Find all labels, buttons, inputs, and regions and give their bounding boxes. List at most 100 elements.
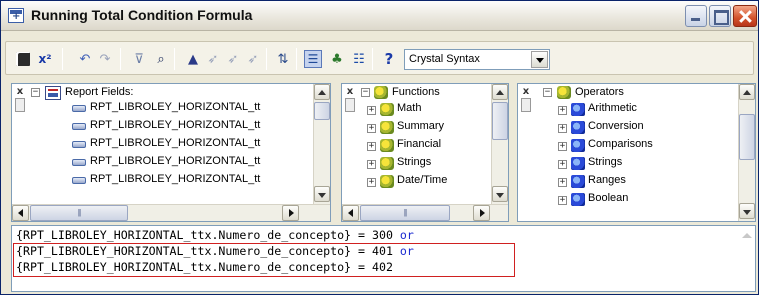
sort-icon[interactable]: ⇅ bbox=[274, 50, 292, 68]
report-fields-root[interactable]: Report Fields: bbox=[65, 85, 133, 100]
function-tree-icon[interactable]: ☷ bbox=[350, 50, 368, 68]
find-icon[interactable]: ⌕ bbox=[152, 50, 170, 68]
chevron-down-icon[interactable] bbox=[531, 51, 548, 68]
bookmark-next-icon[interactable]: ▲ bbox=[184, 50, 202, 68]
close-pane-icon[interactable]: x bbox=[15, 87, 25, 97]
expand-icon[interactable]: + bbox=[367, 124, 376, 133]
operators-pane[interactable]: x − Operators + Arithmetic + Conversion … bbox=[517, 83, 756, 222]
scroll-thumb[interactable] bbox=[492, 102, 508, 140]
field-item[interactable]: RPT_LIBROLEY_HORIZONTAL_tt bbox=[90, 100, 260, 115]
scroll-thumb[interactable] bbox=[739, 114, 755, 160]
vertical-scrollbar[interactable] bbox=[491, 84, 508, 204]
operator-item[interactable]: Arithmetic bbox=[588, 101, 637, 116]
field-icon bbox=[72, 123, 86, 130]
title-bar: Running Total Condition Formula bbox=[1, 1, 758, 31]
field-item[interactable]: RPT_LIBROLEY_HORIZONTAL_tt bbox=[90, 118, 260, 133]
expand-icon[interactable]: + bbox=[367, 106, 376, 115]
formula-line[interactable]: {RPT_LIBROLEY_HORIZONTAL_ttx.Numero_de_c… bbox=[16, 229, 414, 242]
functions-folder-icon bbox=[374, 86, 388, 99]
scroll-down-icon[interactable] bbox=[492, 186, 508, 202]
redo-icon[interactable]: ↷ bbox=[96, 50, 114, 68]
check-icon[interactable]: x² bbox=[36, 50, 54, 68]
formula-editor[interactable]: {RPT_LIBROLEY_HORIZONTAL_ttx.Numero_de_c… bbox=[11, 225, 756, 292]
editor-scroll-up-icon[interactable] bbox=[738, 226, 755, 291]
close-button[interactable] bbox=[733, 5, 757, 27]
collapse-icon[interactable]: − bbox=[361, 88, 370, 97]
vertical-scrollbar[interactable] bbox=[738, 84, 755, 221]
horizontal-scrollbar[interactable] bbox=[12, 204, 330, 221]
field-icon bbox=[72, 141, 86, 148]
field-item[interactable]: RPT_LIBROLEY_HORIZONTAL_tt bbox=[90, 136, 260, 151]
operator-item[interactable]: Ranges bbox=[588, 173, 626, 188]
close-pane-icon[interactable]: x bbox=[345, 87, 355, 97]
expand-icon[interactable]: + bbox=[558, 124, 567, 133]
scroll-left-icon[interactable] bbox=[342, 205, 359, 221]
expand-icon[interactable]: + bbox=[558, 142, 567, 151]
expand-icon[interactable]: + bbox=[367, 142, 376, 151]
vertical-scrollbar[interactable] bbox=[313, 84, 330, 204]
pane-arrow-icon[interactable] bbox=[345, 98, 355, 112]
scroll-thumb[interactable] bbox=[314, 102, 330, 120]
help-icon[interactable]: ? bbox=[380, 50, 398, 68]
scroll-up-icon[interactable] bbox=[739, 84, 755, 100]
close-pane-icon[interactable]: x bbox=[521, 87, 531, 97]
function-item[interactable]: Strings bbox=[397, 155, 431, 170]
scroll-down-icon[interactable] bbox=[314, 186, 330, 202]
expand-icon[interactable]: + bbox=[558, 106, 567, 115]
functions-pane[interactable]: x − Functions + Math + Summary + Financi… bbox=[341, 83, 509, 222]
operator-item[interactable]: Comparisons bbox=[588, 137, 653, 152]
comparisons-icon bbox=[571, 139, 585, 152]
scroll-up-icon[interactable] bbox=[492, 84, 508, 100]
collapse-icon[interactable]: − bbox=[543, 88, 552, 97]
bookmark-prev-icon[interactable]: ➶ bbox=[204, 50, 222, 68]
formula-window-icon bbox=[8, 8, 24, 23]
field-item[interactable]: RPT_LIBROLEY_HORIZONTAL_tt bbox=[90, 154, 260, 169]
field-icon bbox=[72, 177, 86, 184]
expand-icon[interactable]: + bbox=[367, 160, 376, 169]
operator-item[interactable]: Boolean bbox=[588, 191, 628, 206]
bookmark-icon[interactable]: ⊽ bbox=[130, 50, 148, 68]
field-icon bbox=[72, 105, 86, 112]
scroll-up-icon[interactable] bbox=[314, 84, 330, 100]
scroll-down-icon[interactable] bbox=[739, 203, 755, 219]
pane-arrow-icon[interactable] bbox=[521, 98, 531, 112]
expand-icon[interactable]: + bbox=[558, 196, 567, 205]
scroll-right-icon[interactable] bbox=[282, 205, 299, 221]
scroll-left-icon[interactable] bbox=[12, 205, 29, 221]
bookmark-clear-icon[interactable]: ➶ bbox=[224, 50, 242, 68]
bookmark-all-icon[interactable]: ➶ bbox=[244, 50, 262, 68]
functions-root[interactable]: Functions bbox=[392, 85, 440, 100]
save-icon[interactable] bbox=[14, 50, 32, 68]
conversion-icon bbox=[571, 121, 585, 134]
function-item[interactable]: Summary bbox=[397, 119, 444, 134]
formula-expression: {RPT_LIBROLEY_HORIZONTAL_ttx.Numero_de_c… bbox=[16, 228, 400, 242]
tree-view-icon[interactable]: ☰ bbox=[304, 50, 322, 68]
expand-icon[interactable]: + bbox=[367, 178, 376, 187]
operators-root[interactable]: Operators bbox=[575, 85, 624, 100]
minimize-button[interactable] bbox=[685, 5, 707, 27]
function-item[interactable]: Financial bbox=[397, 137, 441, 152]
pane-arrow-icon[interactable] bbox=[15, 98, 25, 112]
collapse-icon[interactable]: − bbox=[31, 88, 40, 97]
function-item[interactable]: Date/Time bbox=[397, 173, 447, 188]
arithmetic-icon bbox=[571, 103, 585, 116]
operator-item[interactable]: Strings bbox=[588, 155, 622, 170]
report-fields-pane[interactable]: x − Report Fields: RPT_LIBROLEY_HORIZONT… bbox=[11, 83, 331, 222]
function-item[interactable]: Math bbox=[397, 101, 421, 116]
financial-folder-icon bbox=[380, 139, 394, 152]
syntax-select[interactable]: Crystal Syntax bbox=[404, 49, 550, 70]
operator-item[interactable]: Conversion bbox=[588, 119, 644, 134]
undo-icon[interactable]: ↶ bbox=[76, 50, 94, 68]
horizontal-scrollbar[interactable] bbox=[342, 204, 508, 221]
toolbar: x² ↶ ↷ ⊽ ⌕ ▲ ➶ ➶ ➶ ⇅ ☰ ♣ ☷ ? Crystal Syn… bbox=[5, 41, 754, 75]
expand-icon[interactable]: + bbox=[558, 178, 567, 187]
ranges-icon bbox=[571, 175, 585, 188]
field-item[interactable]: RPT_LIBROLEY_HORIZONTAL_tt bbox=[90, 172, 260, 187]
maximize-button[interactable] bbox=[709, 5, 731, 27]
field-tree-icon[interactable]: ♣ bbox=[328, 50, 346, 68]
scroll-thumb[interactable] bbox=[30, 205, 128, 221]
scroll-right-icon[interactable] bbox=[473, 205, 490, 221]
summary-folder-icon bbox=[380, 121, 394, 134]
expand-icon[interactable]: + bbox=[558, 160, 567, 169]
scroll-thumb[interactable] bbox=[360, 205, 450, 221]
